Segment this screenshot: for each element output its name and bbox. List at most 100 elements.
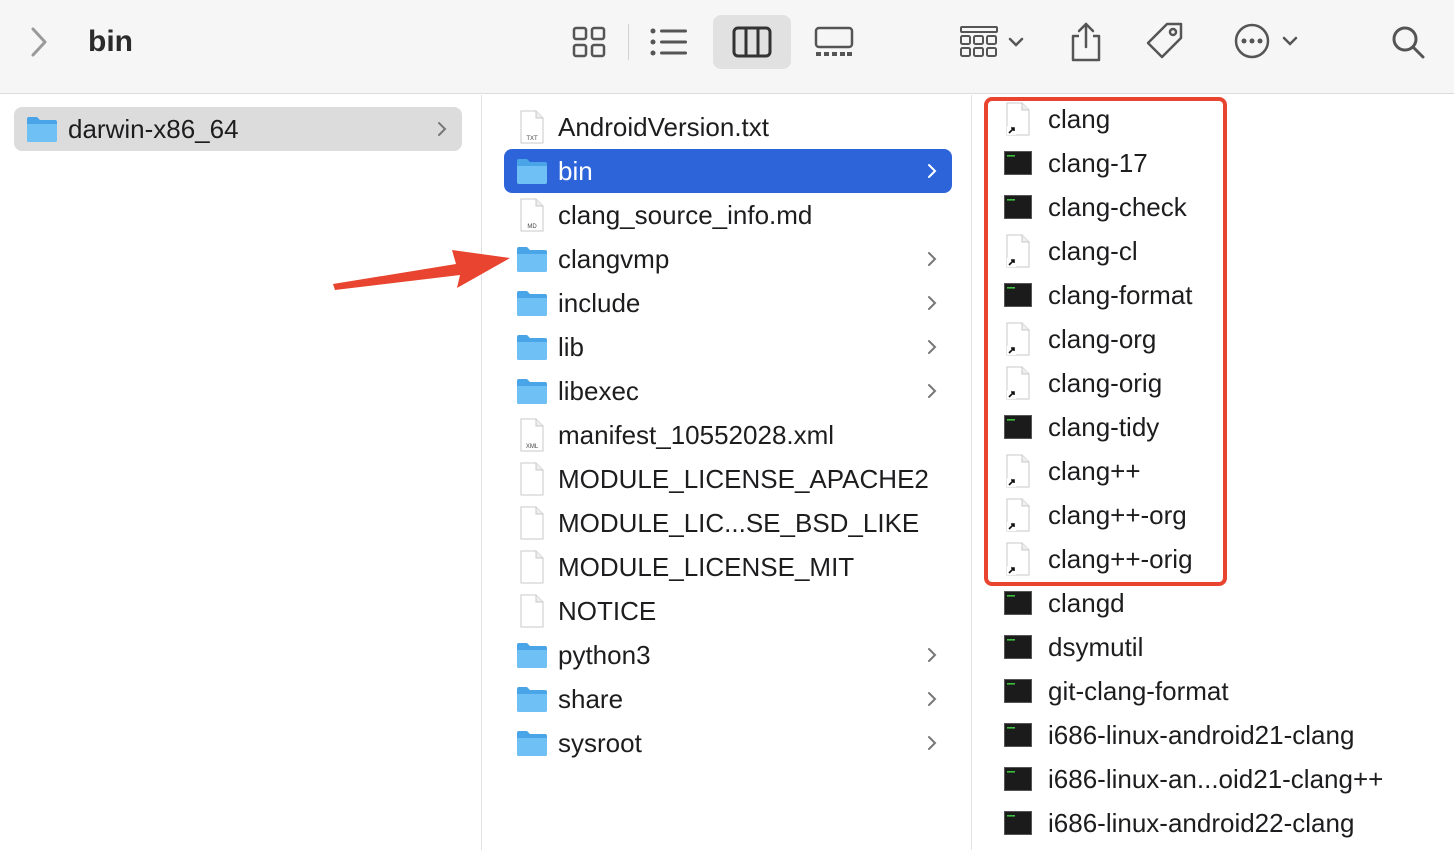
list-item[interactable]: clangvmp [504,237,952,281]
folder-icon-wrap [516,243,548,275]
list-item[interactable]: python3 [504,633,952,677]
list-item[interactable]: XML manifest_10552028.xml [504,413,952,457]
md-file-icon: MD [520,198,544,232]
group-button[interactable] [955,22,1029,62]
folder-icon-wrap [516,683,548,715]
list-item[interactable]: MODULE_LIC...SE_BSD_LIKE [504,501,952,545]
list-item[interactable]: MD clang_source_info.md [504,193,952,237]
list-item[interactable]: MODULE_LICENSE_MIT [504,545,952,589]
gallery-view-icon [814,26,854,56]
list-item[interactable]: NOTICE [504,589,952,633]
list-item[interactable]: share [504,677,952,721]
folder-icon-wrap [516,331,548,363]
terminal-exec-icon [1004,679,1032,703]
search-button[interactable] [1388,22,1428,62]
column-1: darwin-x86_64 [0,95,482,850]
list-item-label: dsymutil [1048,631,1144,662]
list-item-label: MODULE_LIC...SE_BSD_LIKE [558,507,920,538]
list-item-label: manifest_10552028.xml [558,419,835,450]
exec-icon-wrap [1003,808,1033,838]
list-item[interactable]: libexec [504,369,952,413]
chevron-right-icon [928,340,937,354]
list-item-label: darwin-x86_64 [68,113,239,144]
folder-icon [517,731,547,756]
icon-view-button[interactable] [550,15,628,69]
list-item[interactable]: bin [504,149,952,193]
column-2: TXT AndroidVersion.txt bin MD clang_source_i… [483,95,972,850]
folder-icon [517,247,547,272]
file-icon-wrap [516,594,548,628]
more-icon [1234,23,1270,59]
red-arrow-annotation [333,250,510,290]
list-item-label: clangd [1048,587,1125,618]
terminal-exec-icon [1004,723,1032,747]
terminal-exec-icon [1004,591,1032,615]
list-item-label: libexec [558,375,639,406]
list-item-label: bin [558,155,593,186]
list-item[interactable]: sysroot [504,721,952,765]
list-view-icon [650,28,687,56]
search-icon [1392,26,1425,59]
folder-icon-wrap [516,727,548,759]
list-item[interactable]: lib [504,325,952,369]
column-view-button[interactable] [713,15,791,69]
list-item[interactable]: MODULE_LICENSE_APACHE2 [504,457,952,501]
xml-file-icon: XML [520,418,544,452]
folder-icon-wrap [516,375,548,407]
folder-icon [517,643,547,668]
chevron-right-icon[interactable] [24,22,54,62]
list-view-button[interactable] [630,15,708,69]
list-item-label: include [558,287,641,318]
icon-view-icon [572,26,606,58]
document-icon [520,462,544,496]
chevron-down-icon [1008,37,1024,47]
folder-icon-wrap [516,639,548,671]
folder-icon [27,117,57,142]
terminal-exec-icon [1004,767,1032,791]
file-icon-wrap [516,550,548,584]
list-item[interactable]: i686-linux-an...oid21-clang++ [1003,757,1443,801]
chevron-right-icon [928,648,937,662]
folder-icon [517,687,547,712]
list-item-label: MODULE_LICENSE_MIT [558,551,855,582]
list-item[interactable]: i686-linux-android21-clang [1003,713,1443,757]
chevron-right-icon [928,252,937,266]
exec-icon-wrap [1003,632,1033,662]
chevron-right-icon [438,122,447,136]
list-item-label: AndroidVersion.txt [558,111,770,142]
document-icon [520,550,544,584]
list-item-label: lib [558,331,585,362]
list-item[interactable]: include [504,281,952,325]
highlight-box [984,97,1227,586]
chevron-right-icon [928,296,937,310]
share-icon [1071,22,1101,62]
list-item[interactable]: clangd [1003,581,1443,625]
exec-icon-wrap [1003,764,1033,794]
column-view-icon [732,26,772,58]
window-title: bin [88,25,133,58]
chevron-down-icon [1282,36,1298,46]
file-icon-wrap: MD [516,198,548,232]
list-item[interactable]: dsymutil [1003,625,1443,669]
share-button[interactable] [1066,18,1106,64]
list-item[interactable]: git-clang-format [1003,669,1443,713]
chevron-right-icon [928,692,937,706]
file-icon-wrap: TXT [516,110,548,144]
list-item-label: share [558,683,624,714]
document-icon [520,506,544,540]
list-item-label: clangvmp [558,243,670,274]
list-item-label: sysroot [558,727,642,758]
gallery-view-button[interactable] [795,15,873,69]
folder-icon [517,291,547,316]
document-icon [520,594,544,628]
svg-text:TXT: TXT [526,136,538,142]
list-item[interactable]: i686-linux-android22-clang [1003,801,1443,845]
tag-button[interactable] [1144,20,1186,62]
list-item[interactable]: darwin-x86_64 [14,107,462,151]
list-item[interactable]: TXT AndroidVersion.txt [504,105,952,149]
chevron-right-icon [928,164,937,178]
terminal-exec-icon [1004,635,1032,659]
more-actions-button[interactable] [1230,20,1302,62]
file-icon-wrap: XML [516,418,548,452]
list-item-label: NOTICE [558,595,657,626]
